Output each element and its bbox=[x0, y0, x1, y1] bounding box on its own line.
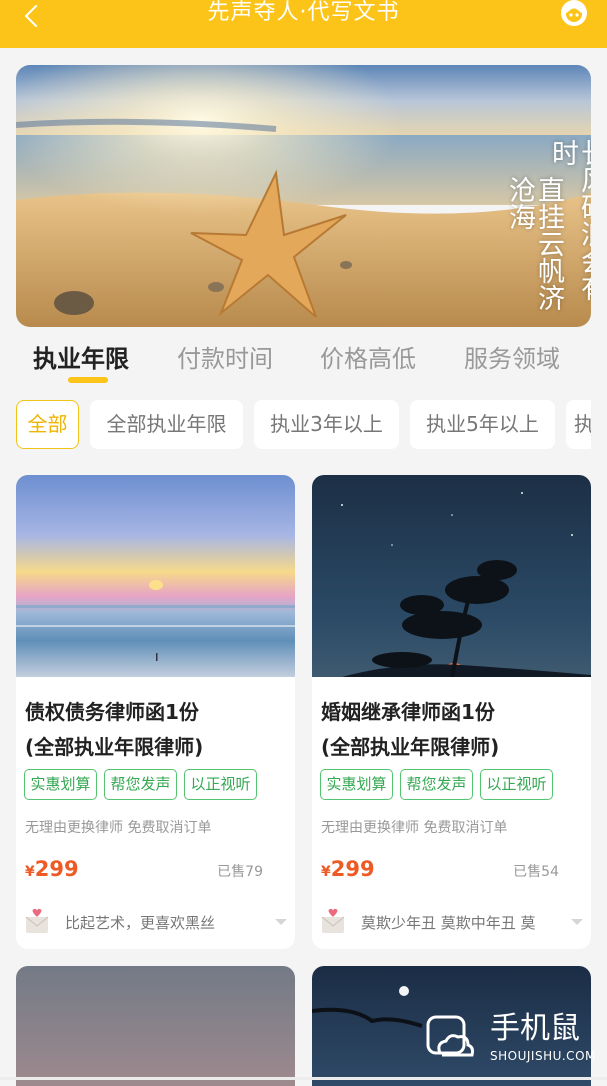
product-title: 债权债务律师函1份 (全部执业年限律师) bbox=[25, 700, 204, 759]
seller-motto: 莫欺少年丑 莫欺中年丑 莫 bbox=[361, 914, 536, 932]
tag-badge: 实惠划算 bbox=[24, 769, 97, 800]
tab-practice-years[interactable]: 执业年限 bbox=[33, 339, 129, 374]
seller-motto: 比起艺术，更喜欢黑丝 bbox=[65, 914, 216, 932]
expand-caret-icon[interactable] bbox=[571, 919, 583, 925]
seller-row[interactable]: 比起艺术，更喜欢黑丝 bbox=[25, 907, 287, 937]
service-policy-text: 无理由更换律师 免费取消订单 bbox=[25, 820, 212, 836]
watermark-text: 手机鼠 bbox=[490, 1011, 580, 1046]
cloud-logo-icon bbox=[426, 1015, 474, 1057]
customer-service-icon[interactable] bbox=[555, 0, 593, 32]
product-title: 婚姻继承律师函1份 (全部执业年限律师) bbox=[321, 700, 500, 759]
sold-count: 已售79 bbox=[217, 864, 263, 880]
product-card-next[interactable] bbox=[16, 966, 295, 1086]
product-card[interactable]: 婚姻继承律师函1份 (全部执业年限律师) 实惠划算 帮您发声 以正视听 无理由更… bbox=[312, 475, 591, 949]
tag-badge: 以正视听 bbox=[184, 769, 257, 800]
sunset-sea-image bbox=[16, 475, 295, 677]
active-tab-indicator bbox=[68, 377, 108, 383]
page-title: 先声夺人·代写文书 bbox=[207, 0, 400, 25]
top-bar: 先声夺人·代写文书 bbox=[0, 0, 607, 48]
product-card[interactable]: 债权债务律师函1份 (全部执业年限律师) 实惠划算 帮您发声 以正视听 无理由更… bbox=[16, 475, 295, 949]
filter-chip-more[interactable]: 执 bbox=[566, 400, 591, 449]
tag-badge: 以正视听 bbox=[480, 769, 553, 800]
filter-chip-5-years[interactable]: 执业5年以上 bbox=[410, 400, 555, 449]
envelope-heart-icon bbox=[25, 908, 49, 933]
promo-banner[interactable]: 长风破浪会有时 直挂云帆济沧海 bbox=[16, 65, 591, 327]
price-label: ¥299 bbox=[25, 857, 79, 881]
dusk-sky-image bbox=[16, 966, 295, 1086]
seller-row[interactable]: 莫欺少年丑 莫欺中年丑 莫 bbox=[321, 907, 583, 937]
expand-caret-icon[interactable] bbox=[275, 919, 287, 925]
filter-chip-all-years[interactable]: 全部执业年限 bbox=[90, 400, 243, 449]
price-label: ¥299 bbox=[321, 857, 375, 881]
tag-badge: 帮您发声 bbox=[400, 769, 473, 800]
filter-chips: 全部 全部执业年限 执业3年以上 执业5年以上 执 bbox=[16, 400, 591, 450]
sold-count: 已售54 bbox=[513, 864, 559, 880]
filter-chip-all[interactable]: 全部 bbox=[16, 400, 79, 449]
tag-badge: 实惠划算 bbox=[320, 769, 393, 800]
night-tree-image bbox=[312, 475, 591, 677]
watermark-domain: SHOUJISHU.COM bbox=[490, 1049, 596, 1063]
tag-badge: 帮您发声 bbox=[104, 769, 177, 800]
tab-price[interactable]: 价格高低 bbox=[320, 339, 416, 374]
filter-chip-3-years[interactable]: 执业3年以上 bbox=[254, 400, 399, 449]
tab-payment-time[interactable]: 付款时间 bbox=[177, 339, 273, 374]
tab-service-area[interactable]: 服务领域 bbox=[464, 339, 560, 374]
banner-poem-line-2: 直挂云帆济沧海 bbox=[504, 176, 564, 311]
service-policy-text: 无理由更换律师 免费取消订单 bbox=[321, 820, 508, 836]
envelope-heart-icon bbox=[321, 908, 345, 933]
site-watermark: 手机鼠 SHOUJISHU.COM bbox=[424, 1011, 604, 1069]
